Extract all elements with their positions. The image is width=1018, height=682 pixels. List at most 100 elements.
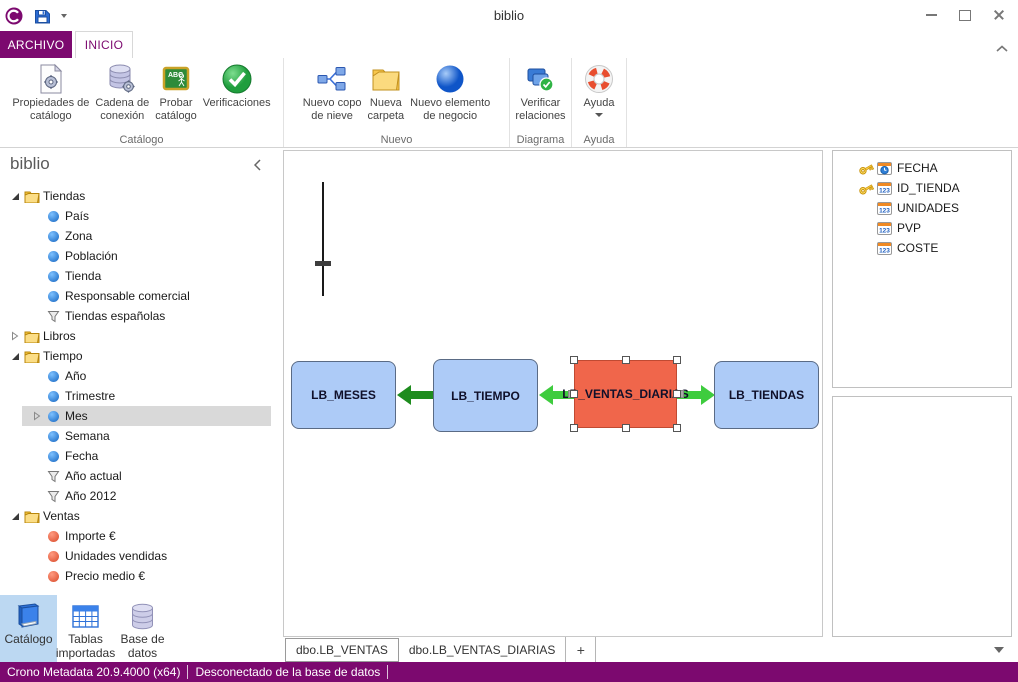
- ribbon-button-verificar-relaciones[interactable]: Verificarrelaciones: [512, 61, 568, 123]
- tree-item-a-o-actual[interactable]: Año actual: [0, 466, 283, 486]
- window-title: biblio: [0, 8, 1018, 23]
- dimension-icon: [44, 231, 63, 242]
- tree-expanded-arrow-icon[interactable]: [8, 512, 22, 521]
- tree-item-label: Unidades vendidas: [63, 549, 167, 563]
- tree-expanded-arrow-icon[interactable]: [8, 192, 22, 201]
- diagram-box-lb_meses[interactable]: LB_MESES: [291, 361, 396, 429]
- diagram-box-lb_tiendas[interactable]: LB_TIENDAS: [714, 361, 819, 429]
- tree-item-unidades-vendidas[interactable]: Unidades vendidas: [0, 546, 283, 566]
- tree-item-label: Población: [63, 249, 118, 263]
- dimension-icon: [44, 291, 63, 302]
- sidebar-title: biblio: [10, 154, 50, 174]
- ribbon-button-propiedades-de-cat-logo[interactable]: Propiedades decatálogo: [9, 61, 92, 123]
- tree-item-mes[interactable]: Mes: [0, 406, 283, 426]
- ribbon-button-label: Nuevo copo: [303, 97, 362, 110]
- ribbon-button-label: Probar: [159, 97, 192, 110]
- ribbon-button-nueva-carpeta[interactable]: Nuevacarpeta: [364, 61, 407, 123]
- maximize-button[interactable]: [948, 4, 982, 26]
- diagram-box-lb_ventas_diarias[interactable]: LB_VENTAS_DIARIAS: [574, 360, 677, 428]
- tree-item-zona[interactable]: Zona: [0, 226, 283, 246]
- selection-handle[interactable]: [622, 356, 630, 364]
- tree-item-label: Año: [63, 369, 86, 383]
- field-row-fecha[interactable]: FECHA: [833, 158, 1011, 178]
- tree-item-fecha[interactable]: Fecha: [0, 446, 283, 466]
- tree-collapsed-arrow-icon[interactable]: [8, 331, 22, 341]
- relation-arrow-lb_tiempo-to-lb_meses[interactable]: [411, 391, 433, 399]
- ribbon-button-probar-cat-logo[interactable]: ABCProbarcatálogo: [152, 61, 200, 123]
- tree-item-tienda[interactable]: Tienda: [0, 266, 283, 286]
- sidebar-collapse-icon[interactable]: [253, 158, 261, 176]
- sidebar-tab-base-de-datos[interactable]: Base de datos: [114, 595, 171, 662]
- tree-item-a-o[interactable]: Año: [0, 366, 283, 386]
- ribbon-group-diagrama: VerificarrelacionesDiagrama: [510, 58, 572, 147]
- verifications-icon: [220, 61, 254, 97]
- doc-tab-label: dbo.LB_VENTAS_DIARIAS: [409, 643, 556, 657]
- titlebar: biblio: [0, 0, 1018, 30]
- field-row-coste[interactable]: 123COSTE: [833, 238, 1011, 258]
- tree-item-importe-[interactable]: Importe €: [0, 526, 283, 546]
- tree-item-a-o-2012[interactable]: Año 2012: [0, 486, 283, 506]
- tree-item-label: Importe €: [63, 529, 116, 543]
- tree-item-trimestre[interactable]: Trimestre: [0, 386, 283, 406]
- numeric-field-icon: 123: [875, 222, 894, 235]
- folder-icon: [22, 190, 41, 203]
- tab-list-dropdown-icon[interactable]: [994, 647, 1004, 653]
- selection-handle[interactable]: [673, 390, 681, 398]
- status-item: Desconectado de la base de datos: [188, 665, 387, 679]
- dimension-icon: [44, 391, 63, 402]
- ribbon-button-nuevo-copo-de-nieve[interactable]: Nuevo copode nieve: [300, 61, 365, 123]
- tree-item-label: Fecha: [63, 449, 98, 463]
- tree-item-semana[interactable]: Semana: [0, 426, 283, 446]
- diagram-box-lb_tiempo[interactable]: LB_TIEMPO: [433, 359, 538, 432]
- tree-item-label: Ventas: [41, 509, 80, 523]
- tree-expanded-arrow-icon[interactable]: [8, 352, 22, 361]
- selection-handle[interactable]: [622, 424, 630, 432]
- numeric-field-icon: 123: [875, 242, 894, 255]
- selection-handle[interactable]: [673, 356, 681, 364]
- selection-handle[interactable]: [570, 390, 578, 398]
- tree-item-label: Año 2012: [63, 489, 116, 503]
- tree-item-libros[interactable]: Libros: [0, 326, 283, 346]
- sidebar-tab-cat-logo[interactable]: Catálogo: [0, 595, 57, 662]
- add-tab-button[interactable]: +: [566, 637, 596, 662]
- folder-icon: [22, 350, 41, 363]
- zoom-slider-handle[interactable]: [315, 261, 331, 266]
- selection-handle[interactable]: [673, 424, 681, 432]
- tab-archivo[interactable]: ARCHIVO: [0, 31, 72, 58]
- tree-item-label: Mes: [63, 409, 88, 423]
- tree-item-poblaci-n[interactable]: Población: [0, 246, 283, 266]
- doc-tab-dbo-lb-ventas-diarias[interactable]: dbo.LB_VENTAS_DIARIAS: [399, 637, 567, 662]
- selection-handle[interactable]: [570, 356, 578, 364]
- close-button[interactable]: [982, 4, 1016, 26]
- diagram-canvas[interactable]: LB_MESES LB_TIEMPO LB_VENTAS_DIARIAS LB_TIE…: [283, 150, 823, 637]
- ribbon-button-ayuda[interactable]: Ayuda: [580, 61, 618, 117]
- tree-item-ventas[interactable]: Ventas: [0, 506, 283, 526]
- help-icon: [583, 61, 615, 97]
- tree-item-responsable-comercial[interactable]: Responsable comercial: [0, 286, 283, 306]
- doc-tab-dbo-lb-ventas[interactable]: dbo.LB_VENTAS: [285, 638, 399, 662]
- tree-collapsed-arrow-icon[interactable]: [30, 411, 44, 421]
- field-row-pvp[interactable]: 123PVP: [833, 218, 1011, 238]
- tree-item-label: País: [63, 209, 89, 223]
- tree-item-tiendas-espa-olas[interactable]: Tiendas españolas: [0, 306, 283, 326]
- field-row-id_tienda[interactable]: 123ID_TIENDA: [833, 178, 1011, 198]
- selection-handle[interactable]: [570, 424, 578, 432]
- tree-item-precio-medio-[interactable]: Precio medio €: [0, 566, 283, 586]
- catalog-tree: Tiendas País Zona Población TiendaResponsabl…: [0, 186, 283, 586]
- ribbon-button-cadena-de-conexi-n[interactable]: Cadena deconexión: [92, 61, 152, 123]
- relation-arrowhead-icon: [539, 385, 553, 405]
- field-row-unidades[interactable]: 123UNIDADES: [833, 198, 1011, 218]
- folder-icon: [22, 510, 41, 523]
- collapse-ribbon-icon[interactable]: [996, 39, 1008, 57]
- tab-inicio[interactable]: INICIO: [75, 31, 133, 58]
- filter-icon: [44, 490, 63, 503]
- status-separator: [387, 665, 388, 679]
- minimize-button[interactable]: [914, 4, 948, 26]
- tree-item-tiempo[interactable]: Tiempo: [0, 346, 283, 366]
- tree-item-pa-s[interactable]: País: [0, 206, 283, 226]
- ribbon-button-nuevo-elemento-de-negocio[interactable]: Nuevo elementode negocio: [407, 61, 493, 123]
- tree-item-tiendas[interactable]: Tiendas: [0, 186, 283, 206]
- new-business-element-icon: [434, 61, 466, 97]
- ribbon-button-verificaciones[interactable]: Verificaciones: [200, 61, 274, 110]
- sidebar-tab-tablas-importadas[interactable]: Tablas importadas: [57, 595, 114, 662]
